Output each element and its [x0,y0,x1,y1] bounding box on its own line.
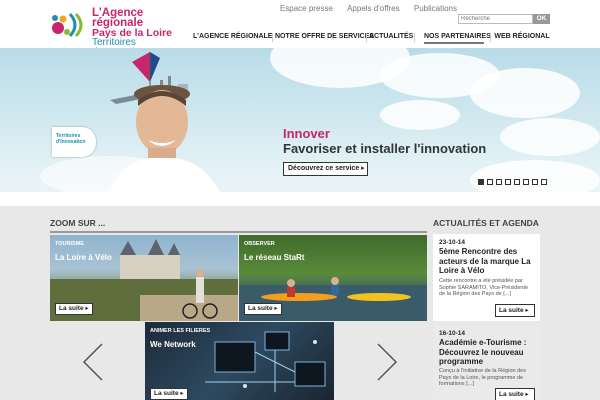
tile-tag: ANIMER LES FILIERES [150,328,211,334]
search-button[interactable]: OK [533,14,550,24]
tile-title: Le réseau StaRt [244,253,305,262]
slider-dot[interactable] [496,179,502,185]
read-more-button[interactable]: La suite ▸ [55,303,93,315]
chevron-left-icon[interactable] [82,342,104,382]
slider-dot[interactable] [523,179,529,185]
top-link-press[interactable]: Espace presse [280,4,333,13]
nav-item-web[interactable]: WEB RÉGIONAL [494,30,550,44]
top-links: Espace presse Appels d'offres Publicatio… [268,4,457,13]
search-box: OK [458,14,550,24]
tile-tag: OBSERVER [244,241,275,247]
nav-separator [272,33,273,42]
nav-item-partners[interactable]: NOS PARTENAIRES [424,30,491,44]
cloud [470,68,580,118]
zoom-divider [50,231,427,233]
logo-line-1: L'Agence régionale [92,7,144,29]
discover-service-button[interactable]: Découvrez ce service ▸ [283,162,368,176]
news-title[interactable]: 5ème Rencontre des acteurs de la marque … [439,247,539,276]
slider-dot[interactable] [505,179,511,185]
read-more-button[interactable]: La suite ▸ [150,388,188,400]
tile-title: We Network [150,340,196,349]
top-link-publications[interactable]: Publications [414,4,457,13]
read-more-button[interactable]: La suite ▸ [495,304,535,317]
nav-item-agency[interactable]: L'AGENCE RÉGIONALE [193,30,272,44]
slider-dot[interactable] [514,179,520,185]
nav-separator [490,33,491,42]
zoom-tile-reseau-start[interactable]: OBSERVER Le réseau StaRt La suite ▸ [239,235,427,321]
top-link-tenders[interactable]: Appels d'offres [347,4,400,13]
slider-dot[interactable] [478,179,484,185]
logo-mark-icon [52,12,83,38]
territoires-badge: Territoires d'Innovation [52,127,96,157]
slider-dot[interactable] [532,179,538,185]
nav-item-news[interactable]: ACTUALITÉS [369,30,413,44]
agenda-section-title: ACTUALITÉS ET AGENDA [433,218,539,228]
news-item[interactable]: 16-10-14 Académie e-Tourisme : Découvrez… [433,325,540,400]
site-header: L'Agence régionale Pays de la Loire Terr… [0,0,600,58]
hero-person-illustration [110,52,220,192]
cloud [380,100,460,130]
nav-separator [414,33,415,42]
banner-title: Innover [283,126,330,141]
slider-dot[interactable] [487,179,493,185]
read-more-button[interactable]: La suite ▸ [495,388,535,400]
territoires-badge-text: Territoires d'Innovation [56,133,86,145]
badge-line-2: d'Innovation [56,139,86,145]
zoom-tile-loire-velo[interactable]: TOURISME La Loire à Vélo La suite ▸ [50,235,238,321]
news-title[interactable]: Académie e-Tourisme : Découvrez le nouve… [439,338,539,367]
site-logo[interactable]: L'Agence régionale Pays de la Loire Terr… [50,7,190,58]
slider-dot[interactable] [541,179,547,185]
nav-separator [366,33,367,42]
news-excerpt: Cette rencontre a été présidée par Sophi… [439,278,529,297]
news-item[interactable]: 23-10-14 5ème Rencontre des acteurs de l… [433,234,540,321]
nav-item-services[interactable]: NOTRE OFFRE DE SERVICES [275,30,374,44]
news-date: 23-10-14 [439,239,466,246]
cloud [470,160,600,192]
cloud [500,118,600,156]
tile-tag: TOURISME [55,241,84,247]
zoom-tile-we-network[interactable]: ANIMER LES FILIERES We Network La suite … [145,322,334,400]
zoom-section-title: ZOOM SUR ... [50,218,106,228]
read-more-button[interactable]: La suite ▸ [244,303,282,315]
search-input[interactable] [458,14,533,24]
banner-subtitle: Favoriser et installer l'innovation [283,141,487,156]
chevron-right-icon[interactable] [376,342,398,382]
tile-title: La Loire à Vélo [55,253,112,262]
news-date: 16-10-14 [439,330,466,337]
news-excerpt: Conçu à l'initiative de la Région des Pa… [439,368,526,387]
